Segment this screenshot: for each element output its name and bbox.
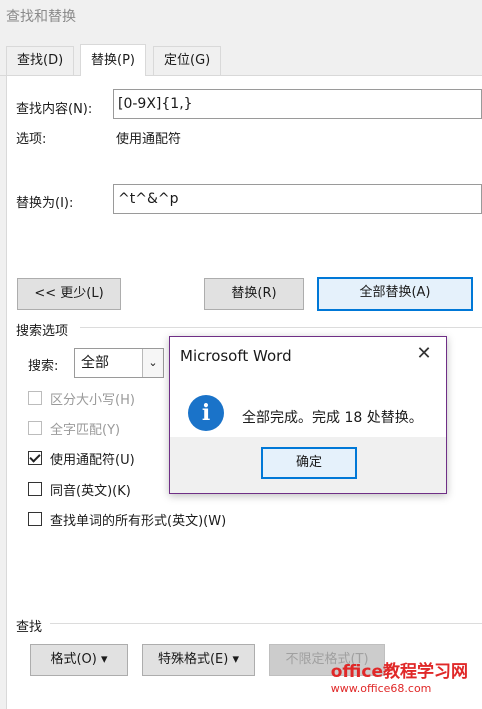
window-title: 查找和替换: [6, 9, 76, 25]
whole-word-checkbox[interactable]: [28, 421, 42, 435]
whole-word-row[interactable]: 全字匹配(Y): [28, 418, 120, 438]
tab-find[interactable]: 查找(D): [6, 46, 75, 75]
find-section-label: 查找: [16, 620, 43, 635]
search-scope-select[interactable]: 全部 ⌄: [74, 348, 164, 378]
match-case-label: 区分大小写(H): [50, 392, 135, 408]
replace-button[interactable]: 替换(R): [204, 278, 304, 310]
dropdown-arrow-icon: ▾: [232, 652, 240, 667]
wildcards-label: 使用通配符(U): [50, 452, 135, 468]
sounds-like-label: 同音(英文)(K): [50, 483, 131, 499]
dialog-title: Microsoft Word: [180, 347, 292, 365]
match-case-checkbox[interactable]: [28, 391, 42, 405]
sounds-like-checkbox[interactable]: [28, 482, 42, 496]
find-input[interactable]: [0-9X]{1,}: [113, 89, 482, 119]
find-label: 查找内容(N):: [16, 102, 93, 117]
less-button[interactable]: << 更少(L): [17, 278, 121, 310]
watermark-logo: office教程学习网 www.office68.com: [331, 657, 468, 695]
match-case-row[interactable]: 区分大小写(H): [28, 388, 135, 408]
wildcards-row[interactable]: 使用通配符(U): [28, 448, 135, 468]
dropdown-arrow-icon: ▾: [101, 652, 108, 667]
replace-input[interactable]: ^t^&^p: [113, 184, 482, 214]
wildcards-checkbox[interactable]: [28, 451, 42, 465]
close-icon[interactable]: ✕: [414, 343, 434, 364]
tab-divider: [0, 75, 482, 76]
ok-button[interactable]: 确定: [261, 447, 357, 479]
watermark-title: office教程学习网: [330, 662, 468, 682]
tab-replace[interactable]: 替换(P): [80, 44, 146, 76]
sounds-like-row[interactable]: 同音(英文)(K): [28, 479, 131, 499]
replace-all-button[interactable]: 全部替换(A): [317, 277, 473, 311]
special-format-label: 特殊格式(E): [157, 652, 229, 667]
all-forms-checkbox[interactable]: [28, 512, 42, 526]
all-forms-row[interactable]: 查找单词的所有形式(英文)(W): [28, 509, 226, 529]
watermark-url: www.office68.com: [330, 682, 432, 695]
info-icon: i: [188, 395, 224, 431]
options-value: 使用通配符: [116, 132, 182, 147]
all-forms-label: 查找单词的所有形式(英文)(W): [50, 513, 227, 529]
replace-label: 替换为(I):: [16, 196, 74, 211]
search-scope-value: 全部: [81, 355, 109, 371]
whole-word-label: 全字匹配(Y): [50, 422, 121, 438]
format-button[interactable]: 格式(O) ▾: [30, 644, 128, 676]
section-divider: [80, 327, 482, 328]
options-label: 选项:: [16, 132, 47, 147]
search-label: 搜索:: [28, 359, 59, 374]
special-format-button[interactable]: 特殊格式(E) ▾: [142, 644, 255, 676]
find-section-divider: [50, 623, 482, 624]
tab-goto[interactable]: 定位(G): [153, 46, 222, 75]
message-dialog: Microsoft Word ✕ i 全部完成。完成 18 处替换。 确定: [169, 336, 447, 494]
format-button-label: 格式(O): [50, 652, 97, 667]
dialog-message: 全部完成。完成 18 处替换。: [242, 410, 423, 426]
chevron-down-icon: ⌄: [142, 349, 163, 377]
search-options-label: 搜索选项: [16, 324, 69, 339]
